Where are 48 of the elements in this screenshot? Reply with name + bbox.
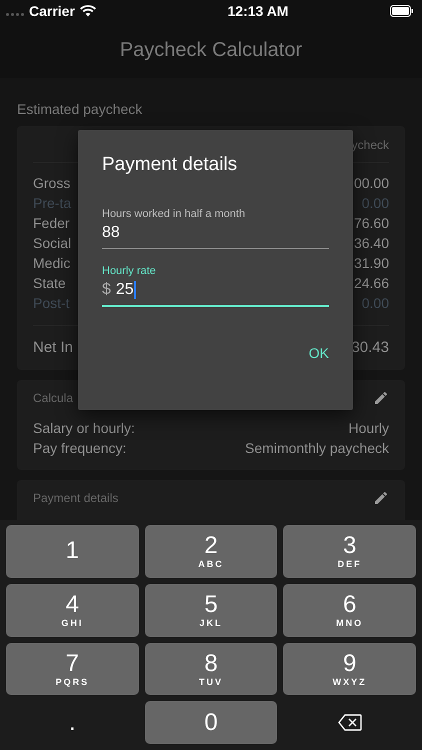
card-title: Payment details xyxy=(33,491,118,505)
keypad-key[interactable]: 9 WXYZ xyxy=(283,642,416,696)
input-field[interactable]: Hours worked in half a month 88 xyxy=(102,208,329,249)
total-value: 30.43 xyxy=(351,338,389,358)
row-label: Medic xyxy=(33,254,70,273)
column-header: ycheck xyxy=(352,138,389,152)
dialog-title: Payment details xyxy=(102,154,238,176)
keypad-key[interactable]: 1 xyxy=(6,525,139,578)
row-value: 36.40 xyxy=(354,234,389,253)
keypad-key[interactable]: 8 TUV xyxy=(144,642,278,696)
row-value: 00.00 xyxy=(354,174,389,193)
setting-label: Pay frequency: xyxy=(33,439,126,458)
wifi-icon xyxy=(80,5,96,17)
signal-icon xyxy=(6,12,24,16)
carrier-name: Carrier xyxy=(29,3,75,19)
total-label: Net In xyxy=(33,338,74,358)
keypad-key[interactable]: 4 GHI xyxy=(6,584,139,636)
row-label: Pre-ta xyxy=(33,194,72,213)
pencil-icon[interactable] xyxy=(373,490,389,506)
keypad-key[interactable]: 3 DEF xyxy=(283,525,416,578)
keypad-key[interactable]: 5 JKL xyxy=(144,584,278,636)
section-title: Estimated paycheck xyxy=(17,101,144,117)
row-value: 24.66 xyxy=(354,274,389,293)
row-value: 76.60 xyxy=(354,214,389,233)
keypad-key[interactable]: 0 xyxy=(144,701,278,744)
battery-icon xyxy=(390,5,414,17)
decimal-key[interactable]: . xyxy=(6,701,139,744)
row-value: 31.90 xyxy=(354,254,389,273)
setting-label: Salary or hourly: xyxy=(33,419,135,438)
keypad-key[interactable]: 7 PQRS xyxy=(6,642,139,696)
backspace-icon xyxy=(338,714,362,732)
row-label: State xyxy=(33,274,66,293)
row-label: Gross xyxy=(33,174,70,193)
row-value: 0.00 xyxy=(362,194,389,213)
card-title: Calcula xyxy=(33,391,74,405)
status-time: 12:13 AM xyxy=(228,3,288,19)
setting-value: Semimonthly paycheck xyxy=(245,439,389,458)
pencil-icon[interactable] xyxy=(373,390,389,406)
row-label: Feder xyxy=(33,214,70,233)
row-label: Social xyxy=(33,234,72,253)
row-label: Post-t xyxy=(33,294,70,313)
input-field[interactable]: Hourly rate $ 25 xyxy=(102,265,329,307)
keypad-key[interactable]: 6 MNO xyxy=(283,584,416,636)
screen-title: Paycheck Calculator xyxy=(120,38,302,62)
keypad-key[interactable]: 2 ABC xyxy=(144,525,278,578)
setting-value: Hourly xyxy=(348,419,389,438)
ok-button[interactable]: OK xyxy=(308,339,329,367)
row-value: 0.00 xyxy=(362,294,389,313)
